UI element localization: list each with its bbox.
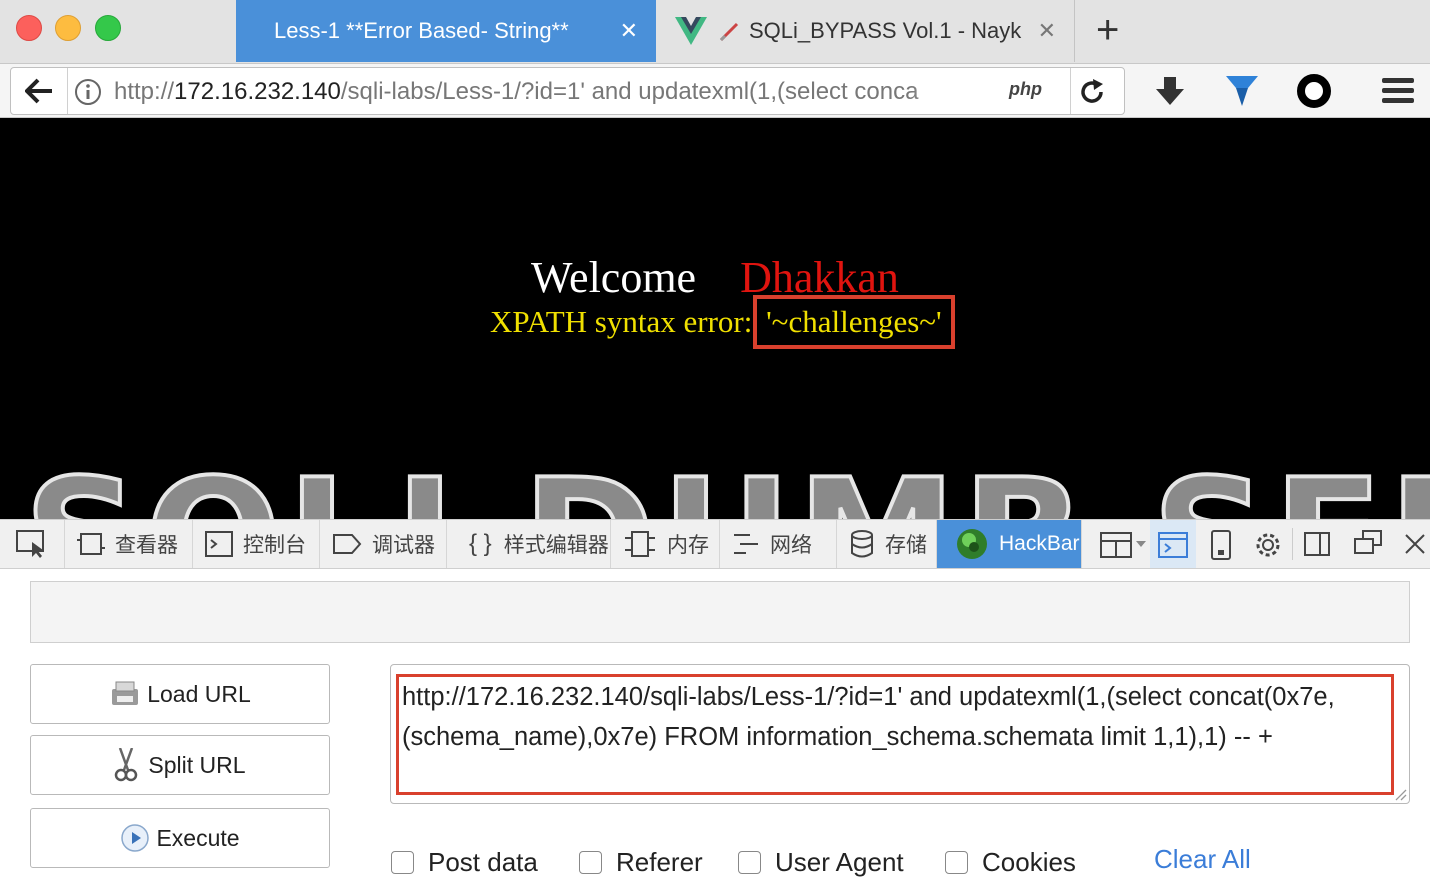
scissors-icon <box>115 748 138 782</box>
new-tab-button[interactable]: + <box>1096 10 1119 50</box>
console-icon <box>205 531 233 557</box>
network-icon <box>734 534 758 554</box>
frame-selector-icon[interactable] <box>1100 532 1148 558</box>
page-content: Welcome Dhakkan XPATH syntax error: '~cha… <box>0 118 1430 519</box>
php-badge[interactable]: php <box>1009 79 1042 100</box>
execute-button[interactable]: Execute <box>30 808 330 868</box>
reload-icon[interactable] <box>1079 79 1105 105</box>
storage-icon <box>851 530 873 558</box>
error-prefix: XPATH syntax error: <box>490 304 753 339</box>
load-url-icon <box>112 681 139 705</box>
checkbox-box[interactable] <box>579 851 602 874</box>
minimize-window-button[interactable] <box>55 15 81 41</box>
post-data-checkbox[interactable]: Post data <box>391 847 538 878</box>
pen-icon <box>719 22 739 42</box>
user-agent-checkbox[interactable]: User Agent <box>738 847 904 878</box>
play-icon <box>121 824 150 852</box>
cookies-checkbox[interactable]: Cookies <box>945 847 1076 878</box>
tab-network[interactable]: 网络 <box>720 520 837 568</box>
tab-bar: Less-1 **Error Based- String** ✕ SQLi_BY… <box>0 0 1430 64</box>
close-window-button[interactable] <box>16 15 42 41</box>
tab-console[interactable]: 控制台 <box>193 520 320 568</box>
element-picker-icon <box>16 530 44 558</box>
checkbox-box[interactable] <box>738 851 761 874</box>
checkbox-box[interactable] <box>945 851 968 874</box>
url-textarea[interactable]: http://172.16.232.140/sqli-labs/Less-1/?… <box>390 664 1410 804</box>
tab-storage[interactable]: 存储 <box>837 520 937 568</box>
split-console-icon <box>1158 532 1188 558</box>
tab-sqli-bypass[interactable]: SQLi_BYPASS Vol.1 - Nayk ✕ <box>657 0 1075 62</box>
split-url-button[interactable]: Split URL <box>30 735 330 795</box>
tab-hackbar[interactable]: HackBar <box>937 520 1082 568</box>
close-tab-icon[interactable]: ✕ <box>620 18 638 44</box>
vue-logo-icon <box>675 17 707 45</box>
welcome-text: Welcome <box>531 253 697 302</box>
error-value-highlight: '~challenges~' <box>753 295 955 349</box>
extension-circle-icon[interactable] <box>1296 73 1332 109</box>
devtools-toolbar: 查看器 控制台 调试器 { } 样式编辑器 内存 网络 存储 HackBar <box>0 519 1430 569</box>
braces-icon: { } <box>469 530 492 557</box>
split-console-button[interactable] <box>1150 520 1196 568</box>
debugger-icon <box>333 534 362 554</box>
navigation-bar: http://172.16.232.140/sqli-labs/Less-1/?… <box>0 64 1430 118</box>
error-message: XPATH syntax error: '~challenges~' <box>490 295 955 349</box>
tab-title: SQLi_BYPASS Vol.1 - Nayk <box>749 18 1022 43</box>
welcome-name: Dhakkan <box>740 253 899 302</box>
resize-grip-icon[interactable] <box>1395 789 1407 801</box>
hackbar-logo-icon <box>957 529 987 559</box>
sqli-banner: SQLI DUMB SERIES <box>22 456 1430 520</box>
extension-funnel-icon[interactable] <box>1226 74 1258 108</box>
url-text[interactable]: http://172.16.232.140/sqli-labs/Less-1/?… <box>114 78 974 106</box>
close-devtools-icon[interactable] <box>1404 533 1426 555</box>
url-textarea-text: http://172.16.232.140/sqli-labs/Less-1/?… <box>402 683 1335 751</box>
dock-side-icon[interactable] <box>1304 532 1330 556</box>
element-picker-button[interactable] <box>0 520 65 568</box>
hamburger-menu-icon[interactable] <box>1382 78 1414 104</box>
referer-checkbox[interactable]: Referer <box>579 847 703 878</box>
clear-all-link[interactable]: Clear All <box>1154 844 1251 875</box>
tab-less-1[interactable]: Less-1 **Error Based- String** ✕ <box>236 0 656 62</box>
separate-window-icon[interactable] <box>1354 530 1382 556</box>
tab-inspector[interactable]: 查看器 <box>65 520 193 568</box>
load-url-button[interactable]: Load URL <box>30 664 330 724</box>
tab-debugger[interactable]: 调试器 <box>320 520 447 568</box>
hackbar-panel: Load URL Split URL Execute http://172.16… <box>0 569 1430 892</box>
checkbox-box[interactable] <box>391 851 414 874</box>
memory-icon <box>625 531 655 557</box>
welcome-line: Welcome Dhakkan <box>0 252 1430 303</box>
inspector-icon <box>77 533 105 555</box>
settings-gear-icon[interactable] <box>1253 530 1283 560</box>
back-arrow-icon[interactable] <box>25 78 53 104</box>
url-bar[interactable]: http://172.16.232.140/sqli-labs/Less-1/?… <box>10 67 1125 115</box>
close-tab-icon[interactable]: ✕ <box>1038 18 1056 44</box>
download-icon[interactable] <box>1154 75 1186 107</box>
info-icon[interactable] <box>74 78 102 106</box>
maximize-window-button[interactable] <box>95 15 121 41</box>
tab-memory[interactable]: 内存 <box>611 520 720 568</box>
tab-title: Less-1 **Error Based- String** <box>274 18 569 43</box>
hackbar-top-field[interactable] <box>30 581 1410 643</box>
tab-style-editor[interactable]: { } 样式编辑器 <box>447 520 611 568</box>
responsive-design-icon[interactable] <box>1210 530 1232 560</box>
